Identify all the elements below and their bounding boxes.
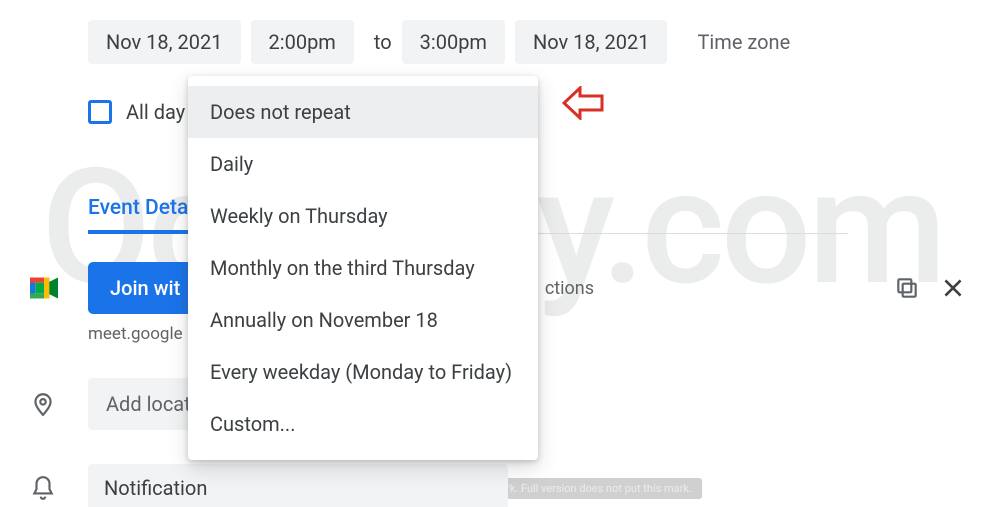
repeat-dropdown: Does not repeat Daily Weekly on Thursday…: [188, 76, 538, 460]
join-meet-button[interactable]: Join wit: [88, 262, 202, 314]
notification-row: Notification: [88, 464, 966, 507]
start-date-chip[interactable]: Nov 18, 2021: [88, 20, 241, 64]
annotation-arrow-icon: [562, 86, 604, 124]
repeat-option-annually[interactable]: Annually on November 18: [188, 294, 538, 346]
start-time-chip[interactable]: 2:00pm: [251, 20, 354, 64]
connections-text: ctions: [545, 278, 594, 299]
repeat-option-does-not-repeat[interactable]: Does not repeat: [188, 86, 538, 138]
repeat-option-custom[interactable]: Custom...: [188, 398, 538, 450]
repeat-option-weekly[interactable]: Weekly on Thursday: [188, 190, 538, 242]
tab-event-details[interactable]: Event Detai: [88, 196, 194, 234]
end-date-chip[interactable]: Nov 18, 2021: [515, 20, 668, 64]
to-label: to: [374, 30, 392, 54]
copy-icon[interactable]: [894, 275, 920, 301]
timezone-link[interactable]: Time zone: [697, 30, 790, 54]
repeat-option-monthly[interactable]: Monthly on the third Thursday: [188, 242, 538, 294]
notification-select[interactable]: Notification: [88, 464, 508, 507]
datetime-row: Nov 18, 2021 2:00pm to 3:00pm Nov 18, 20…: [88, 20, 966, 64]
notification-label: Notification: [104, 476, 207, 500]
location-pin-icon: [30, 391, 56, 417]
end-time-chip[interactable]: 3:00pm: [402, 20, 505, 64]
bell-icon: [30, 475, 56, 501]
close-icon[interactable]: [940, 275, 966, 301]
repeat-option-weekday[interactable]: Every weekday (Monday to Friday): [188, 346, 538, 398]
google-meet-icon: [30, 277, 58, 299]
all-day-label: All day: [126, 100, 185, 124]
all-day-checkbox[interactable]: [88, 100, 112, 124]
repeat-option-daily[interactable]: Daily: [188, 138, 538, 190]
